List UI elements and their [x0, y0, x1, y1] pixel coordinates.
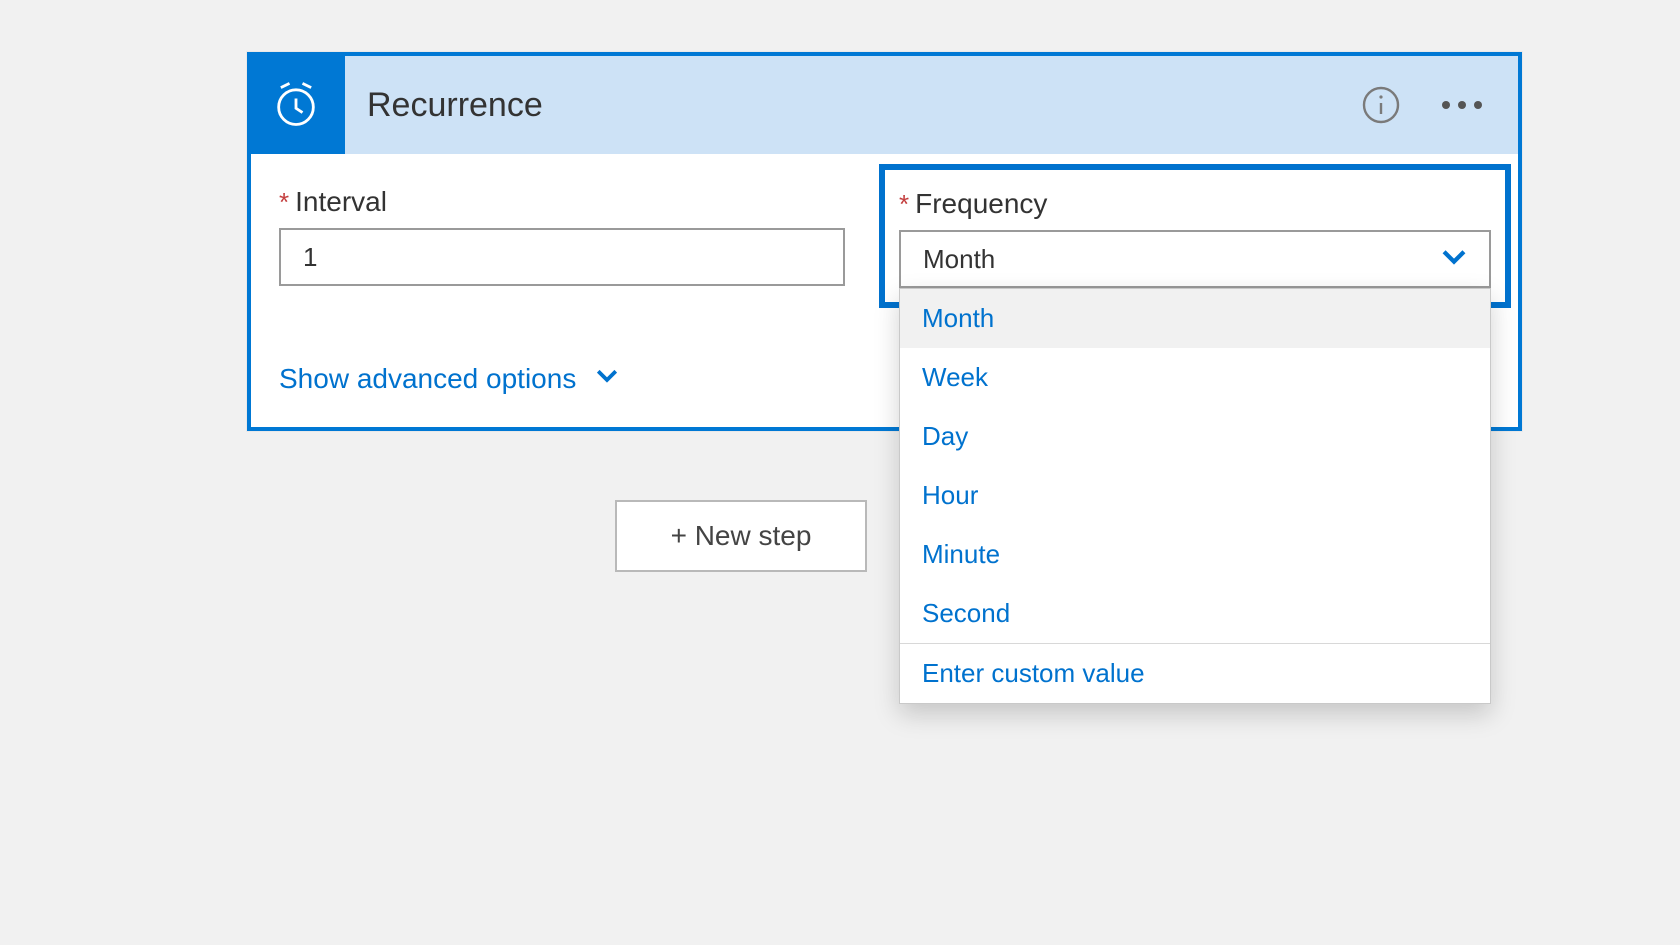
required-star: *	[279, 187, 289, 217]
frequency-option[interactable]: Month	[900, 289, 1490, 348]
frequency-label: *Frequency	[899, 188, 1491, 220]
interval-field: *Interval	[279, 186, 845, 286]
frequency-select-display[interactable]: Month	[899, 230, 1491, 288]
chevron-down-icon	[592, 360, 622, 397]
new-step-label: + New step	[671, 520, 812, 552]
frequency-option[interactable]: Hour	[900, 466, 1490, 525]
more-icon[interactable]	[1434, 93, 1490, 117]
frequency-option[interactable]: Week	[900, 348, 1490, 407]
frequency-option[interactable]: Day	[900, 407, 1490, 466]
recurrence-card: Recurrence *Interval	[247, 52, 1522, 431]
required-star: *	[899, 189, 909, 219]
interval-input[interactable]	[279, 228, 845, 286]
frequency-select[interactable]: Month MonthWeekDayHourMinuteSecondEnter …	[899, 230, 1491, 288]
show-advanced-label: Show advanced options	[279, 363, 576, 395]
new-step-button[interactable]: + New step	[615, 500, 867, 572]
interval-label-text: Interval	[295, 186, 387, 217]
card-title: Recurrence	[367, 86, 1360, 125]
frequency-field: *Frequency Month MonthWeekDayHourMinuteS…	[879, 164, 1511, 308]
frequency-label-text: Frequency	[915, 188, 1047, 219]
frequency-option[interactable]: Minute	[900, 525, 1490, 584]
frequency-selected-value: Month	[923, 244, 995, 275]
info-icon[interactable]	[1360, 84, 1402, 126]
frequency-option[interactable]: Second	[900, 584, 1490, 643]
interval-label: *Interval	[279, 186, 845, 218]
frequency-custom-value[interactable]: Enter custom value	[900, 644, 1490, 703]
frequency-dropdown: MonthWeekDayHourMinuteSecondEnter custom…	[899, 288, 1491, 704]
card-body: *Interval Show advanced options *Frequen…	[251, 154, 1518, 427]
recurrence-icon	[247, 52, 345, 154]
chevron-down-icon	[1437, 239, 1471, 280]
card-header: Recurrence	[251, 56, 1518, 154]
